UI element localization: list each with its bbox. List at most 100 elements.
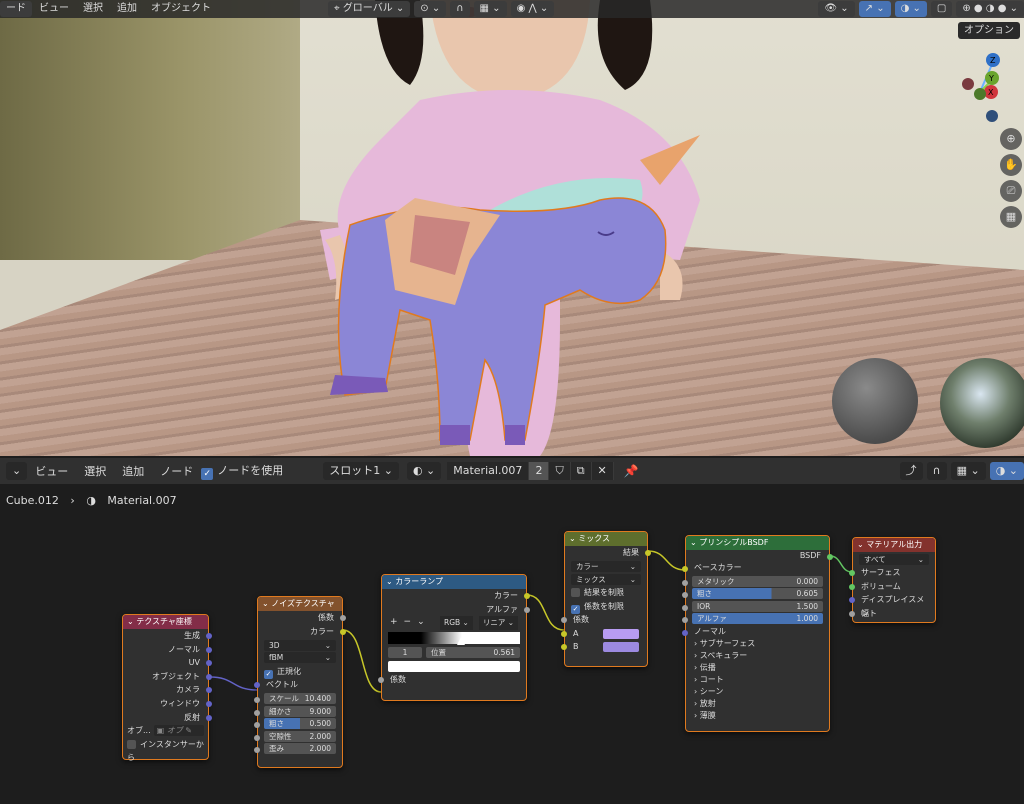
menu-view[interactable]: ビュー (32, 0, 76, 18)
node-header[interactable]: ⌄ ミックス (565, 532, 647, 546)
principled-bsdf-node[interactable]: ⌄ プリンシプルBSDF BSDF ベースカラー メタリック 0.000 粗さ 0.… (682, 535, 833, 732)
pivot-dropdown[interactable]: ⊙ ⌄ (414, 1, 447, 17)
visibility-dropdown[interactable]: 👁 ⌄ (818, 1, 855, 17)
socket[interactable] (254, 682, 260, 689)
clamp-factor-checkbox[interactable]: ✓ 係数を制限 (565, 600, 647, 614)
clamp-result-checkbox[interactable]: 結果を制限 (565, 586, 647, 600)
stop-color-swatch[interactable] (388, 660, 520, 672)
socket[interactable] (682, 592, 688, 598)
panel-transmission[interactable]: › 伝播 (686, 662, 829, 674)
material-browse-button[interactable]: ◐ ⌄ (406, 462, 442, 480)
overlay-toggle[interactable]: ◑ ⌄ (894, 1, 927, 17)
mix-node[interactable]: ⌄ ミックス 結果 カラー ⌄ ミックス ⌄ 結果を制限 ✓ 係数を制限 係数 A B (561, 531, 651, 667)
socket[interactable] (849, 570, 855, 576)
socket[interactable] (206, 714, 212, 721)
overlay-dropdown[interactable]: ◑ ⌄ (989, 462, 1024, 480)
socket[interactable] (561, 630, 567, 637)
parent-node-tree-icon[interactable]: ⤴ (899, 462, 923, 480)
socket[interactable] (206, 673, 212, 680)
interpolation-dropdown[interactable]: リニア ⌄ (478, 616, 518, 630)
socket[interactable] (682, 579, 688, 586)
remove-stop-button[interactable]: − (404, 616, 412, 630)
zoom-icon[interactable]: ⊕ (1000, 128, 1022, 150)
material-output-node[interactable]: ⌄ マテリアル出力 すべて ⌄ サーフェス ボリューム ディスプレイスメント 幅 (849, 537, 936, 623)
socket[interactable] (206, 660, 212, 667)
3d-viewport[interactable]: ード ビュー 選択 追加 オブジェクト ⌖ グローバル ⌄ ⊙ ⌄ ∩ ▦ ⌄ … (0, 0, 1024, 456)
socket[interactable] (849, 610, 855, 617)
socket[interactable] (206, 700, 212, 707)
socket[interactable] (206, 646, 212, 653)
socket[interactable] (682, 566, 688, 572)
socket[interactable] (378, 677, 384, 684)
socket[interactable] (254, 734, 260, 741)
socket[interactable] (254, 722, 260, 729)
noise-texture-node[interactable]: ⌄ ノイズテクスチャ 係数 カラー 3D ⌄ fBM ⌄ ✓ 正規化 ベクトル スケー… (254, 596, 346, 768)
color-ramp-gradient[interactable] (388, 631, 520, 645)
camera-icon[interactable]: ⎚ (1000, 180, 1022, 202)
input-alpha[interactable]: アルファ 1.000 (682, 613, 829, 624)
ne-menu-view[interactable]: ビュー (27, 463, 76, 479)
socket[interactable] (682, 617, 688, 623)
pin-icon[interactable]: 📌 (624, 464, 639, 478)
socket[interactable] (827, 554, 833, 560)
input-scale[interactable]: スケール 10.400 (254, 693, 342, 705)
socket[interactable] (206, 633, 212, 639)
socket[interactable] (206, 687, 212, 694)
ne-menu-add[interactable]: 追加 (114, 463, 152, 479)
add-stop-button[interactable]: + (390, 616, 398, 630)
snap-options-dropdown[interactable]: ▦ ⌄ (950, 462, 986, 480)
panel-thin-film[interactable]: › 薄膜 (686, 710, 829, 722)
socket[interactable] (561, 644, 567, 651)
object-picker-field[interactable]: ▣ オブ ✎ (153, 725, 204, 737)
snap-toggle[interactable]: ∩ (450, 1, 470, 17)
socket[interactable] (849, 597, 855, 604)
user-count-button[interactable]: 2 (529, 462, 550, 480)
color-a-swatch[interactable] (603, 628, 639, 639)
input-ior[interactable]: IOR 1.500 (682, 600, 829, 612)
socket[interactable] (524, 606, 530, 613)
options-button[interactable]: オプション (958, 22, 1020, 39)
proportional-toggle[interactable]: ◉ ⋀ ⌄ (510, 1, 555, 17)
color-ramp-node[interactable]: ⌄ カラーランプ カラー アルファ + − ⌄ RGB ⌄ リニア ⌄ 1 位置… (378, 574, 530, 701)
color-b-swatch[interactable] (603, 642, 639, 653)
node-header[interactable]: ⌄ プリンシプルBSDF (686, 536, 829, 550)
noise-type-dropdown[interactable]: fBM ⌄ (264, 652, 336, 664)
blend-mode-dropdown[interactable]: ミックス ⌄ (571, 573, 641, 585)
material-name-field[interactable]: Material.007 2 ⛉ ⧉ ✕ (447, 462, 614, 480)
stop-position-field[interactable]: 位置 0.561 (426, 647, 520, 659)
panel-coat[interactable]: › コート (686, 674, 829, 686)
fake-user-shield-icon[interactable]: ⛉ (549, 462, 571, 480)
input-metallic[interactable]: メタリック 0.000 (682, 575, 829, 587)
data-type-dropdown[interactable]: カラー ⌄ (571, 561, 641, 573)
input-lacunarity[interactable]: 空隙性 2.000 (254, 730, 342, 742)
input-distortion[interactable]: 歪み 2.000 (254, 743, 342, 755)
node-header[interactable]: ⌄ ノイズテクスチャ (258, 597, 342, 611)
navigation-gizmo[interactable]: Z Y X (958, 50, 1022, 122)
target-dropdown[interactable]: すべて ⌄ (859, 553, 929, 565)
input-roughness[interactable]: 粗さ 0.605 (682, 588, 829, 599)
texture-coordinate-node[interactable]: ⌄ テクスチャ座標 生成 ノーマル UV オブジェクト カメラ ウィンドウ 反射… (122, 614, 212, 762)
panel-sheen[interactable]: › シーン (686, 686, 829, 698)
menu-select[interactable]: 選択 (76, 0, 110, 18)
node-header[interactable]: ⌄ カラーランプ (382, 575, 526, 589)
use-nodes-checkbox[interactable]: ✓ ノードを使用 (201, 462, 283, 480)
input-detail[interactable]: 細かさ 9.000 (254, 705, 342, 717)
input-b[interactable]: B (561, 640, 647, 654)
duplicate-material-icon[interactable]: ⧉ (570, 462, 592, 480)
ramp-menu-chevron-icon[interactable]: ⌄ (417, 616, 425, 630)
socket[interactable] (254, 697, 260, 704)
socket[interactable] (340, 628, 346, 635)
panel-emission[interactable]: › 放射 (686, 698, 829, 710)
socket[interactable] (645, 550, 651, 556)
material-name-input[interactable]: Material.007 (447, 462, 530, 480)
socket[interactable] (561, 617, 567, 624)
unlink-close-icon[interactable]: ✕ (591, 462, 614, 480)
socket[interactable] (524, 593, 530, 599)
from-instancer-checkbox[interactable]: インスタンサーから (123, 738, 208, 762)
snap-dropdown[interactable]: ▦ ⌄ (473, 1, 507, 17)
menu-add[interactable]: 追加 (110, 0, 144, 18)
input-a[interactable]: A (561, 627, 647, 641)
stop-index-field[interactable]: 1 (388, 647, 422, 659)
transform-orientation-dropdown[interactable]: ⌖ グローバル ⌄ (328, 1, 411, 17)
ortho-grid-icon[interactable]: ▦ (1000, 206, 1022, 228)
